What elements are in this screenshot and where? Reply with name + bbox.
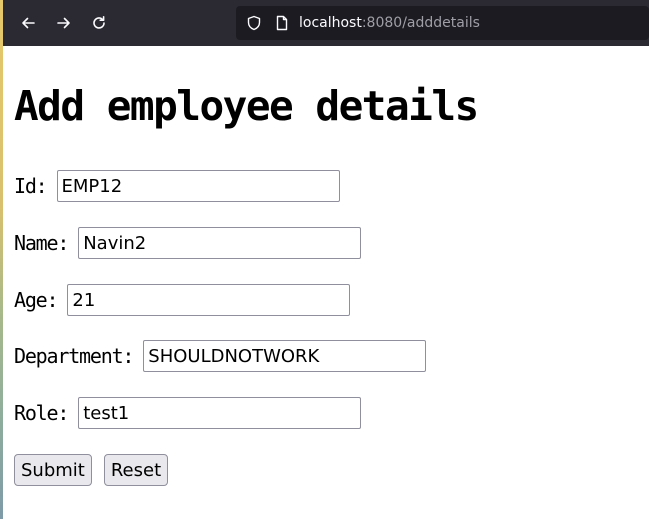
age-label: Age: bbox=[14, 288, 59, 312]
reload-button[interactable] bbox=[86, 10, 112, 36]
role-row: Role: bbox=[14, 397, 362, 429]
id-label: Id: bbox=[14, 174, 48, 198]
name-row: Name: bbox=[14, 227, 362, 259]
role-input[interactable] bbox=[78, 397, 362, 429]
id-row: Id: bbox=[14, 170, 340, 202]
back-arrow-icon bbox=[20, 15, 36, 31]
desktop-edge bbox=[0, 0, 3, 519]
department-input[interactable] bbox=[143, 340, 427, 372]
shield-icon[interactable] bbox=[246, 15, 262, 35]
age-row: Age: bbox=[14, 284, 351, 316]
url-host: localhost bbox=[299, 15, 362, 31]
forward-arrow-icon bbox=[56, 15, 72, 31]
back-button[interactable] bbox=[15, 10, 41, 36]
form-buttons: Submit Reset bbox=[14, 454, 180, 486]
page-title: Add employee details bbox=[14, 82, 479, 130]
id-input[interactable] bbox=[56, 170, 340, 202]
url-text[interactable]: localhost:8080/adddetails bbox=[299, 15, 480, 31]
address-bar[interactable]: localhost:8080/adddetails bbox=[236, 6, 649, 40]
department-row: Department: bbox=[14, 340, 427, 372]
reset-button[interactable]: Reset bbox=[103, 454, 169, 486]
name-label: Name: bbox=[14, 231, 69, 255]
submit-button[interactable]: Submit bbox=[14, 454, 92, 486]
browser-toolbar: localhost:8080/adddetails bbox=[3, 0, 649, 46]
role-label: Role: bbox=[14, 401, 69, 425]
name-input[interactable] bbox=[78, 227, 362, 259]
age-input[interactable] bbox=[67, 284, 351, 316]
page-icon[interactable] bbox=[274, 15, 290, 35]
department-label: Department: bbox=[14, 344, 134, 368]
reload-icon bbox=[91, 15, 107, 31]
url-path: :8080/adddetails bbox=[361, 15, 480, 31]
forward-button[interactable] bbox=[51, 10, 77, 36]
